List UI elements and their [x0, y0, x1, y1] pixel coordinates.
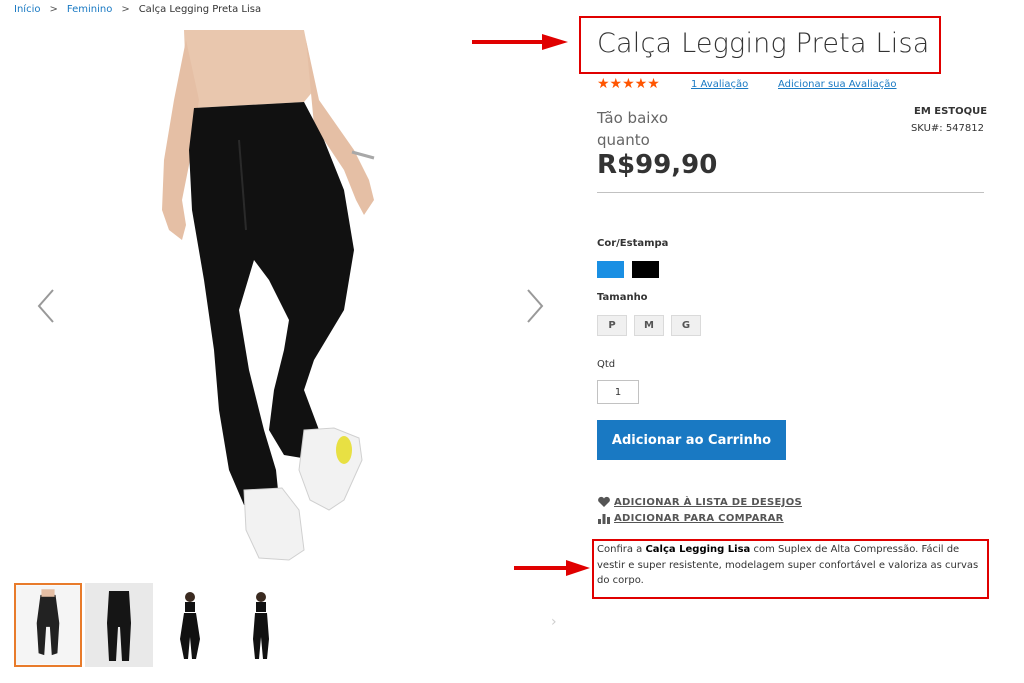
size-option-label: Tamanho — [597, 292, 648, 303]
annotation-arrow-icon — [472, 34, 568, 50]
color-swatch-blue[interactable] — [597, 261, 624, 278]
rating-summary: ★★★★★ — [597, 76, 660, 92]
main-product-image[interactable] — [14, 30, 566, 575]
rating-stars-icon: ★★★★★ — [597, 76, 660, 92]
price-label: Tão baixo quanto — [597, 109, 669, 149]
thumbnail-image — [85, 583, 153, 667]
thumbnail-2[interactable] — [85, 583, 153, 667]
compare-label: ADICIONAR PARA COMPARAR — [614, 512, 784, 524]
wishlist-label: ADICIONAR À LISTA DE DESEJOS — [614, 496, 802, 508]
add-to-compare-link[interactable]: ADICIONAR PARA COMPARAR — [597, 512, 784, 524]
size-option-m[interactable]: M — [634, 315, 664, 336]
add-to-cart-button[interactable]: Adicionar ao Carrinho — [597, 420, 786, 460]
product-title: Calça Legging Preta Lisa — [597, 28, 930, 59]
heart-icon — [598, 496, 610, 507]
product-price: R$99,90 — [597, 150, 718, 180]
thumbnail-3[interactable] — [156, 583, 224, 667]
qty-label: Qtd — [597, 359, 616, 370]
stock-status: EM ESTOQUE — [914, 106, 988, 117]
breadcrumb-separator: > — [121, 4, 130, 15]
thumbnail-4[interactable] — [227, 583, 295, 667]
breadcrumb-separator: > — [49, 4, 58, 15]
breadcrumb-current: Calça Legging Preta Lisa — [138, 4, 262, 15]
reviews-count-link[interactable]: 1 Avaliação — [691, 79, 748, 90]
product-sku: SKU#: 547812 — [910, 123, 984, 134]
size-option-p[interactable]: P — [597, 315, 627, 336]
divider — [597, 192, 984, 193]
gallery-prev-button[interactable] — [35, 288, 57, 324]
size-option-g[interactable]: G — [671, 315, 701, 336]
product-description: Confira a Calça Legging Lisa com Suplex … — [597, 542, 987, 589]
qty-input[interactable] — [597, 380, 639, 404]
thumbnail-image — [227, 583, 295, 667]
bar-chart-icon — [598, 514, 610, 524]
breadcrumb-category-link[interactable]: Feminino — [67, 4, 112, 15]
annotation-arrow-icon — [514, 560, 590, 576]
thumbnail-next-icon[interactable]: › — [551, 614, 557, 630]
thumbnail-1[interactable] — [14, 583, 82, 667]
thumbnail-image — [16, 585, 80, 665]
chevron-left-icon — [37, 289, 54, 323]
legging-model-illustration — [162, 30, 375, 561]
chevron-right-icon — [527, 289, 544, 323]
color-option-label: Cor/Estampa — [597, 238, 669, 249]
breadcrumb-home-link[interactable]: Início — [14, 4, 40, 15]
add-to-wishlist-link[interactable]: ADICIONAR À LISTA DE DESEJOS — [597, 496, 802, 508]
description-prefix: Confira a — [597, 544, 646, 555]
breadcrumb: Início > Feminino > Calça Legging Preta Lisa — [14, 4, 261, 15]
thumbnail-image — [156, 583, 224, 667]
gallery-next-button[interactable] — [524, 288, 546, 324]
color-swatch-black[interactable] — [632, 261, 659, 278]
add-review-link[interactable]: Adicionar sua Avaliação — [778, 79, 897, 90]
description-product-name: Calça Legging Lisa — [645, 544, 751, 555]
